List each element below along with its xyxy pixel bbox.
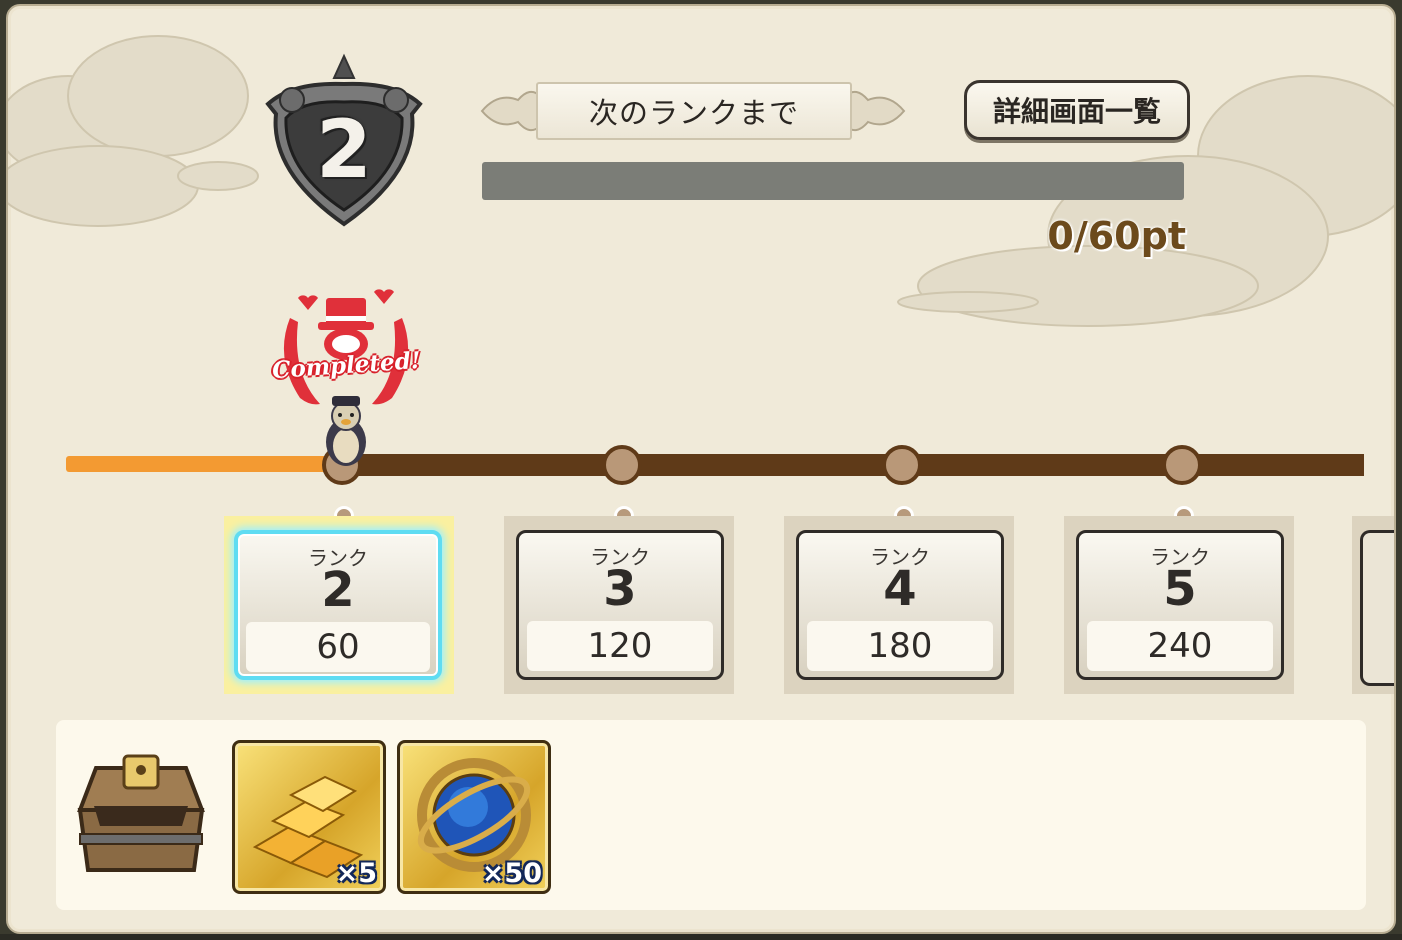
treasure-chest-icon (77, 754, 205, 872)
rank-card-points: 240 (1087, 621, 1273, 671)
penguin-mascot-icon (326, 396, 366, 466)
rank-card-2[interactable]: ランク 2 60 (234, 530, 442, 680)
rank-card-3[interactable]: ランク 3 120 (516, 530, 724, 680)
track-node-rank-3 (602, 445, 642, 485)
reward-item-astrolabe-orb[interactable]: ×50 (397, 740, 551, 894)
rank-card-points: 60 (246, 622, 430, 672)
window-bottom-edge (0, 934, 1402, 940)
track-progress-line (66, 456, 346, 472)
rank-card-points: 180 (807, 621, 993, 671)
rank-card-number: 2 (321, 562, 355, 618)
reward-quantity: ×5 (335, 858, 377, 889)
rank-card-4[interactable]: ランク 4 180 (796, 530, 1004, 680)
track-line (346, 454, 1364, 476)
next-rank-label: 次のランクまで (536, 82, 852, 140)
rank-progress-bar (482, 162, 1184, 200)
track-node-rank-5 (1162, 445, 1202, 485)
points-readout: 0/60pt (1047, 214, 1186, 258)
reward-item-gold-bars[interactable]: ×5 (232, 740, 386, 894)
rank-card-points: 120 (527, 621, 713, 671)
rank-shield: 2 (262, 52, 426, 232)
cloud-left-decoration (8, 35, 259, 227)
rank-card-number: 5 (1163, 561, 1197, 617)
rank-card-number: 4 (883, 561, 917, 617)
current-rank-number: 2 (316, 103, 372, 196)
rank-card-number: 3 (603, 561, 637, 617)
reward-quantity: ×50 (481, 858, 542, 889)
detail-list-button[interactable]: 詳細画面一覧 (964, 80, 1190, 140)
rank-panel: 2 次のランクまで 詳細画面一覧 0/60pt Completed! ランク 2… (6, 4, 1396, 934)
track-node-rank-4 (882, 445, 922, 485)
rank-card-5[interactable]: ランク 5 240 (1076, 530, 1284, 680)
next-rank-banner: 次のランクまで (478, 78, 908, 144)
rank-card-next-partial[interactable] (1352, 516, 1394, 694)
